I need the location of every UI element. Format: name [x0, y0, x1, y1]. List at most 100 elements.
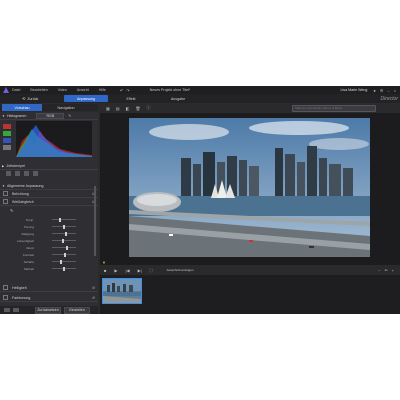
- menu-item-bearbeiten[interactable]: Bearbeiten: [30, 88, 47, 92]
- chevron-down-icon[interactable]: ▼: [2, 114, 5, 118]
- weissabgleich-checkbox[interactable]: [3, 199, 8, 204]
- slider-track[interactable]: [52, 224, 76, 229]
- slider-knob[interactable]: [63, 224, 65, 229]
- slider-knob[interactable]: [66, 245, 68, 250]
- section-zeitstempel[interactable]: ▶ Zeitstempel: [0, 162, 98, 170]
- tab-effekt[interactable]: Effekt: [118, 95, 144, 102]
- settings-icon[interactable]: ⚙: [380, 88, 384, 93]
- slider-row: Lebendigkeit: [0, 237, 98, 244]
- weissabgleich-label: Weißabgleich: [12, 199, 34, 204]
- farbton-checkbox[interactable]: [3, 295, 8, 300]
- section-belichtung[interactable]: Belichtung ↺: [0, 190, 98, 198]
- channel-green[interactable]: [3, 131, 11, 136]
- slider-knob[interactable]: [63, 266, 65, 271]
- slider-knob[interactable]: [64, 252, 66, 257]
- prev-frame-icon[interactable]: |◀: [126, 268, 130, 273]
- section-allgemeine-anpassung[interactable]: ▼ Allgemeine Anpassung: [0, 182, 98, 190]
- tab-anpassung[interactable]: Anpassung: [64, 95, 108, 102]
- belichtung-checkbox[interactable]: [3, 191, 8, 196]
- einstellen-button[interactable]: Einstellen: [64, 306, 90, 314]
- film-icon[interactable]: ▤: [116, 106, 120, 111]
- compare-icon[interactable]: [4, 308, 10, 312]
- undo-icon[interactable]: ↶: [120, 88, 123, 93]
- back-arrow-icon[interactable]: ⟲: [22, 96, 25, 101]
- adjust-sliders: Temp. Tönung Sättigung Lebendigkeit Glan…: [0, 216, 98, 272]
- back-label[interactable]: Zurück: [27, 97, 38, 101]
- grid-icon[interactable]: ▦: [106, 106, 110, 111]
- next-frame-icon[interactable]: ▶|: [138, 268, 142, 273]
- trash-icon[interactable]: 🗑: [135, 106, 140, 111]
- belichtung-label: Belichtung: [12, 191, 29, 196]
- info-icon[interactable]: ⓘ: [146, 105, 150, 111]
- eyedropper-icon[interactable]: ✎: [10, 208, 13, 213]
- slider-track[interactable]: [52, 259, 76, 264]
- marker-icon[interactable]: ▼: [102, 260, 106, 265]
- slider-track[interactable]: [52, 231, 76, 236]
- project-title: Neues Projekt ohne Titel*: [149, 88, 191, 92]
- search-field[interactable]: [292, 104, 376, 112]
- slider-knob[interactable]: [60, 259, 62, 264]
- slider-row: Klarheit: [0, 265, 98, 272]
- stop-icon[interactable]: ■: [104, 268, 106, 273]
- zoom-in-icon[interactable]: +: [392, 268, 394, 273]
- chevron-right-icon: ▶: [2, 163, 5, 168]
- redeye-icon[interactable]: [24, 171, 29, 176]
- preview-image[interactable]: [129, 118, 370, 257]
- slider-track[interactable]: [52, 217, 76, 222]
- slider-label: Sättigung: [21, 231, 34, 236]
- notification-icon[interactable]: ●: [373, 88, 375, 93]
- app-window: Datei Bearbeiten Video Ansicht Hilfe ↶ ↷…: [0, 86, 400, 314]
- rotate-icon[interactable]: [15, 171, 20, 176]
- redo-icon[interactable]: ↷: [126, 88, 129, 93]
- crop-icon[interactable]: [6, 171, 11, 176]
- section-farbton[interactable]: Farbtonung ↺: [0, 294, 98, 302]
- timeline-clip[interactable]: [102, 278, 142, 304]
- split-icon[interactable]: ◧: [126, 106, 130, 111]
- slider-knob[interactable]: [62, 238, 64, 243]
- allgemeine-anpassung-label: Allgemeine Anpassung: [6, 183, 44, 188]
- reset-icon[interactable]: ↺: [92, 296, 95, 300]
- farbton-label: Farbtonung: [12, 295, 31, 300]
- tab-vorschau[interactable]: Vorschau: [2, 104, 42, 111]
- brush-icon[interactable]: [33, 171, 38, 176]
- channel-red[interactable]: [3, 124, 11, 129]
- preview-toolbar: ▦ ▤ ◧ 🗑 ⓘ: [100, 104, 400, 112]
- left-panel-scrollbar[interactable]: [94, 186, 96, 256]
- eyedropper-icon[interactable]: ✎: [68, 114, 71, 118]
- reset-button[interactable]: Zurücksetzen: [35, 306, 61, 314]
- slider-knob[interactable]: [59, 217, 61, 222]
- transport-bar: ▼ ■ ▶ |◀ ▶| ⛶ Ausschnitt anzeigen − 1x +: [100, 260, 400, 274]
- zoom-out-icon[interactable]: −: [378, 268, 380, 273]
- user-name[interactable]: Lisa Marie Weng: [341, 88, 368, 92]
- tab-ausgabe[interactable]: Ausgabe: [160, 95, 196, 102]
- close-icon[interactable]: ×: [394, 88, 396, 93]
- split-view-icon[interactable]: [13, 308, 19, 312]
- tab-ausgabe-label: Ausgabe: [170, 96, 186, 101]
- side-tabs: Vorschau Navigation: [0, 104, 98, 111]
- menu-item-ansicht[interactable]: Ansicht: [77, 88, 89, 92]
- slider-track[interactable]: [52, 238, 76, 243]
- left-bottom-bar: Zurücksetzen Einstellen: [0, 306, 98, 314]
- slider-knob[interactable]: [65, 231, 67, 236]
- menu-item-datei[interactable]: Datei: [12, 88, 20, 92]
- fullscreen-icon[interactable]: ⛶: [150, 268, 153, 273]
- channel-luma[interactable]: [3, 145, 11, 150]
- channel-blue[interactable]: [3, 138, 11, 143]
- clip-thumbnail: [103, 279, 141, 303]
- search-input[interactable]: [295, 106, 373, 110]
- chevron-down-icon: ▼: [2, 183, 5, 188]
- slider-track[interactable]: [52, 252, 76, 257]
- helligkeit-checkbox[interactable]: [3, 285, 8, 290]
- menu-item-video[interactable]: Video: [58, 88, 67, 92]
- section-helligkeit[interactable]: Helligkeit ↺: [0, 284, 98, 292]
- reset-icon[interactable]: ↺: [92, 286, 95, 290]
- slider-label: Temp.: [25, 217, 34, 222]
- histogram-mode-select[interactable]: RGB: [36, 112, 65, 119]
- tab-navigation[interactable]: Navigation: [46, 104, 86, 111]
- slider-track[interactable]: [52, 266, 76, 271]
- minimize-icon[interactable]: –: [387, 88, 389, 93]
- section-weissabgleich[interactable]: Weißabgleich ↺: [0, 198, 98, 206]
- slider-track[interactable]: [52, 245, 76, 250]
- menu-item-hilfe[interactable]: Hilfe: [99, 88, 106, 92]
- play-icon[interactable]: ▶: [114, 268, 117, 273]
